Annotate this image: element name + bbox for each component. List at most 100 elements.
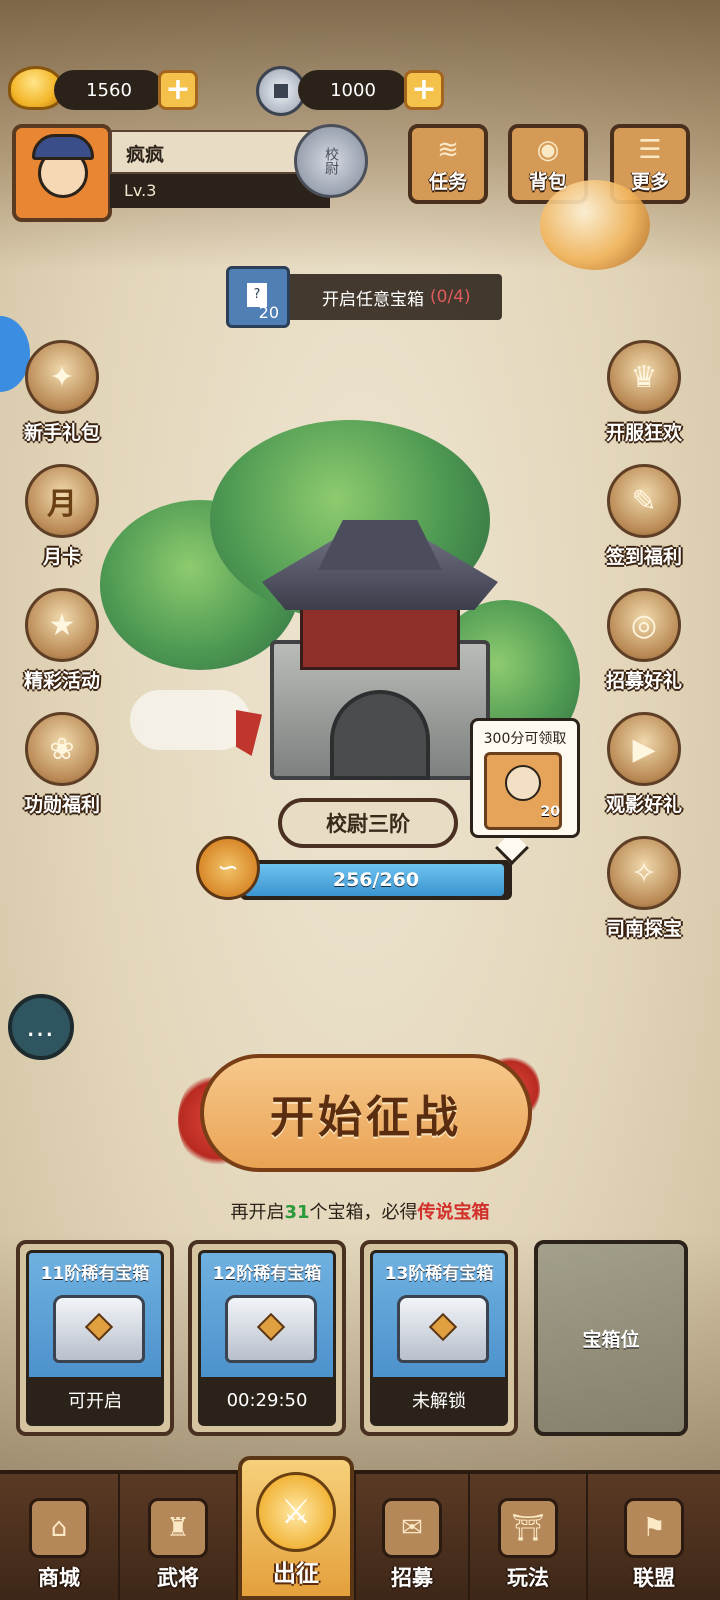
reward-bubble-text: 300分可领取 — [483, 731, 567, 747]
rank-badge[interactable]: 校尉 — [294, 124, 368, 198]
quest-card-mark: ? — [247, 283, 267, 307]
task-label: 任务 — [428, 171, 467, 193]
events-button[interactable]: ★ 精彩活动 — [12, 588, 112, 693]
compass-treasure-label: 司南探宝 — [605, 918, 682, 940]
nav-alliance-label: 联盟 — [633, 1566, 675, 1590]
chest-status: 未解锁 — [373, 1377, 505, 1423]
nav-generals-label: 武将 — [157, 1566, 199, 1590]
chest-panel: 11阶稀有宝箱 可开启 — [26, 1250, 164, 1426]
chest-slot-1[interactable]: 11阶稀有宝箱 可开启 — [16, 1240, 174, 1436]
empty-chest-slot[interactable]: 宝箱位 — [534, 1240, 688, 1436]
gold-value: 1560 — [54, 70, 164, 110]
war-banner — [236, 710, 262, 756]
recruit-gift-button[interactable]: ◎ 招募好礼 — [594, 588, 694, 693]
scroll-icon: ≋ — [437, 135, 459, 165]
month-card-glyph: 月 — [47, 487, 77, 522]
chat-icon: … — [26, 1010, 56, 1043]
merit-bag-icon: ❀ — [25, 712, 99, 786]
chest-title: 13阶稀有宝箱 — [384, 1264, 494, 1284]
chest-hint: 再开启31个宝箱，必得传说宝箱 — [0, 1198, 720, 1224]
nav-gameplay-label: 玩法 — [507, 1566, 549, 1590]
more-label: 更多 — [630, 171, 669, 193]
add-coin-button[interactable]: + — [404, 70, 444, 110]
hint-prefix: 再开启 — [230, 1202, 285, 1223]
quest-progress: (0/4) — [430, 287, 471, 307]
chest-panel: 12阶稀有宝箱 00:29:50 — [198, 1250, 336, 1426]
server-carnival-label: 开服狂欢 — [605, 422, 682, 444]
nav-battle[interactable]: ⚔ 出征 — [238, 1456, 354, 1600]
stage-name: 校尉三阶 — [278, 798, 458, 848]
chest-panel: 13阶稀有宝箱 未解锁 — [370, 1250, 508, 1426]
alliance-flag-icon: ⚑ — [624, 1498, 684, 1558]
pavilion-icon: ⛩ — [498, 1498, 558, 1558]
nav-generals[interactable]: ♜ 武将 — [120, 1470, 238, 1600]
sign-in-icon: ✎ — [607, 464, 681, 538]
chest-slot-2[interactable]: 12阶稀有宝箱 00:29:50 — [188, 1240, 346, 1436]
reward-hero-face — [505, 765, 541, 801]
chest-title: 11阶稀有宝箱 — [40, 1264, 150, 1284]
add-gold-button[interactable]: + — [158, 70, 198, 110]
hint-reward: 传说宝箱 — [417, 1202, 490, 1223]
merit-benefit-label: 功勋福利 — [23, 794, 100, 816]
nav-battle-label: 出征 — [273, 1561, 319, 1587]
events-label: 精彩活动 — [23, 670, 100, 692]
sign-in-label: 签到福利 — [605, 546, 682, 568]
nav-gameplay[interactable]: ⛩ 玩法 — [470, 1470, 588, 1600]
reward-hero-count: 20 — [540, 804, 560, 820]
recruit-gift-label: 招募好礼 — [605, 670, 682, 692]
compass-treasure-button[interactable]: ✧ 司南探宝 — [594, 836, 694, 941]
chat-button[interactable]: … — [8, 994, 74, 1060]
sign-in-button[interactable]: ✎ 签到福利 — [594, 464, 694, 569]
month-card-icon: 月 — [25, 464, 99, 538]
activity-bag-icon: ★ — [25, 588, 99, 662]
hero-gift-icon: ✦ — [25, 340, 99, 414]
month-card-label: 月卡 — [42, 546, 81, 568]
coin-value: 1000 — [298, 70, 408, 110]
task-button[interactable]: ≋ 任务 — [408, 124, 488, 204]
nav-shop-label: 商城 — [38, 1566, 80, 1590]
crystal-orb — [540, 180, 650, 270]
hint-count: 31 — [284, 1202, 310, 1223]
carnival-icon: ♛ — [607, 340, 681, 414]
coin-hole — [274, 84, 288, 98]
player-name-bar: 疯疯 — [110, 130, 320, 174]
chest-slot-3[interactable]: 13阶稀有宝箱 未解锁 — [360, 1240, 518, 1436]
quest-card-icon[interactable]: ? 20 — [226, 266, 290, 328]
start-battle-label: 开始征战 — [270, 1092, 462, 1143]
chest-title: 12阶稀有宝箱 — [212, 1264, 322, 1284]
avatar-helmet — [32, 134, 94, 160]
quest-text: 开启任意宝箱 — [322, 289, 424, 310]
video-gift-label: 观影好礼 — [605, 794, 682, 816]
player-level: Lv.3 — [110, 174, 330, 208]
player-name: 疯疯 — [126, 144, 165, 166]
start-battle-button[interactable]: 开始征战 — [200, 1054, 532, 1172]
recruit-drum-icon: ◎ — [607, 588, 681, 662]
avatar[interactable] — [12, 124, 112, 222]
menu-icon: ☰ — [638, 135, 662, 165]
newbie-gift-label: 新手礼包 — [23, 422, 100, 444]
compass-icon: ✧ — [607, 836, 681, 910]
nav-recruit-label: 招募 — [391, 1566, 433, 1590]
points-pouch-icon: ∽ — [196, 836, 260, 900]
stage-progress-text: 256/260 — [332, 869, 420, 891]
hint-mid: 个宝箱，必得 — [309, 1202, 418, 1223]
chest-status: 可开启 — [29, 1377, 161, 1423]
merit-benefit-button[interactable]: ❀ 功勋福利 — [12, 712, 112, 817]
server-carnival-button[interactable]: ♛ 开服狂欢 — [594, 340, 694, 445]
cloud-left — [130, 690, 250, 750]
video-gift-button[interactable]: ▶ 观影好礼 — [594, 712, 694, 817]
battle-icon: ⚔ — [256, 1472, 336, 1552]
newbie-gift-button[interactable]: ✦ 新手礼包 — [12, 340, 112, 445]
helmet-icon: ♜ — [148, 1498, 208, 1558]
shop-icon: ⌂ — [29, 1498, 89, 1558]
chest-timer: 00:29:50 — [201, 1377, 333, 1423]
nav-shop[interactable]: ⌂ 商城 — [0, 1470, 120, 1600]
castle-wall — [300, 600, 460, 670]
video-gift-icon: ▶ — [607, 712, 681, 786]
nav-recruit[interactable]: ✉ 招募 — [354, 1470, 470, 1600]
month-card-button[interactable]: 月 月卡 — [12, 464, 112, 569]
bag-icon: ◉ — [536, 135, 560, 165]
recruit-scroll-icon: ✉ — [382, 1498, 442, 1558]
castle-gate[interactable] — [330, 690, 430, 780]
nav-alliance[interactable]: ⚑ 联盟 — [588, 1470, 720, 1600]
